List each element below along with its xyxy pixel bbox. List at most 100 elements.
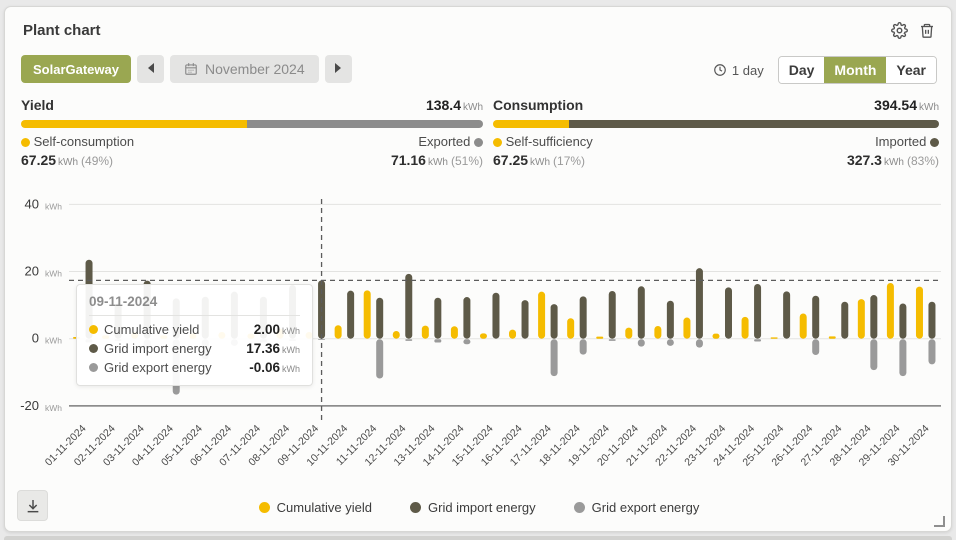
bar-import [376, 298, 383, 339]
bar-export [638, 339, 645, 346]
bar-export [434, 339, 441, 342]
bar-import [725, 287, 732, 338]
exported-dot-icon [474, 138, 483, 147]
bar-export [580, 339, 587, 354]
tooltip-row-yield: Cumulative yield 2.00kWh [89, 322, 300, 337]
calendar-icon [184, 62, 198, 76]
page-title: Plant chart [23, 22, 101, 39]
bar-yield [800, 314, 807, 339]
legend-grid-import[interactable]: Grid import energy [410, 500, 536, 515]
bar-import [347, 291, 354, 339]
delete-trash-icon[interactable] [917, 20, 937, 40]
bar-import [812, 296, 819, 339]
self-consumption-label: Self-consumption [21, 134, 134, 149]
next-period-button[interactable] [325, 55, 352, 83]
bar-export [318, 339, 325, 340]
bar-export [696, 339, 703, 347]
gateway-chip[interactable]: SolarGateway [21, 55, 131, 83]
yield-summary: Yield 138.4kWh Self-consumption Exported… [21, 97, 483, 170]
y-axis-unit: kWh [45, 269, 62, 279]
bar-yield [393, 331, 400, 339]
bar-yield [480, 333, 487, 338]
consumption-summary: Consumption 394.54kWh Self-sufficiency I… [493, 97, 939, 170]
imported-label: Imported [875, 134, 939, 149]
legend-yield-dot-icon [259, 502, 270, 513]
chart-tooltip: 09-11-2024 Cumulative yield 2.00kWh Grid… [76, 284, 313, 386]
bar-yield [916, 287, 923, 339]
imported-value: 327.3kWh(83%) [847, 152, 939, 170]
chart-legend: Cumulative yield Grid import energy Grid… [5, 496, 953, 518]
bar-import [522, 300, 529, 339]
prev-period-button[interactable] [137, 55, 164, 83]
bar-export [376, 339, 383, 378]
bar-export [899, 339, 906, 376]
import-dot-icon [89, 344, 98, 353]
self-sufficiency-value: 67.25kWh(17%) [493, 152, 585, 170]
y-axis-tick: 20 [25, 264, 39, 279]
settings-gear-icon[interactable] [889, 20, 909, 40]
legend-cumulative-yield[interactable]: Cumulative yield [259, 500, 372, 515]
bar-yield [451, 326, 458, 338]
bar-export [812, 339, 819, 355]
y-axis-unit: kWh [45, 403, 62, 413]
view-day-button[interactable]: Day [779, 57, 825, 83]
bar-yield [829, 336, 836, 338]
yield-dot-icon [89, 325, 98, 334]
bar-import [405, 274, 412, 339]
tooltip-row-import: Grid import energy 17.36kWh [89, 341, 300, 356]
bar-yield [422, 326, 429, 339]
legend-export-dot-icon [574, 502, 585, 513]
plant-chart-card: Plant chart SolarGateway [4, 6, 952, 532]
date-label: November 2024 [205, 61, 305, 77]
bar-import [580, 296, 587, 338]
view-year-button[interactable]: Year [886, 57, 936, 83]
y-axis-unit: kWh [45, 336, 62, 346]
bar-yield [683, 318, 690, 339]
bar-import [492, 293, 499, 339]
bar-yield [596, 337, 603, 339]
self-sufficiency-label: Self-sufficiency [493, 134, 593, 149]
bar-export [667, 339, 674, 346]
resize-grip[interactable] [934, 516, 945, 527]
bar-import [551, 304, 558, 339]
bar-yield [887, 283, 894, 339]
bar-yield [364, 290, 371, 338]
bar-import [899, 303, 906, 338]
date-picker-button[interactable]: November 2024 [170, 55, 319, 83]
bar-import [928, 302, 935, 339]
exported-value: 71.16kWh(51%) [391, 152, 483, 170]
consumption-title: Consumption [493, 97, 583, 113]
next-card-edge [4, 536, 952, 540]
yield-progress-bar [21, 120, 483, 128]
bar-yield [335, 325, 342, 338]
bar-import [696, 268, 703, 339]
tooltip-date: 09-11-2024 [89, 294, 300, 309]
bar-yield [567, 318, 574, 338]
controls-row: SolarGateway November 2024 [21, 55, 937, 83]
legend-import-dot-icon [410, 502, 421, 513]
bar-export [463, 339, 470, 344]
y-axis-tick: 0 [32, 331, 39, 346]
self-consumption-value: 67.25kWh(49%) [21, 152, 113, 170]
view-month-button[interactable]: Month [824, 57, 886, 83]
clock-icon [713, 63, 727, 77]
bar-yield [858, 299, 865, 339]
y-axis-tick: -20 [20, 398, 39, 413]
bar-export [551, 339, 558, 376]
bar-yield [625, 328, 632, 339]
bar-yield [509, 330, 516, 339]
bar-export [928, 339, 935, 364]
yield-title: Yield [21, 97, 54, 113]
bar-import [434, 298, 441, 339]
bar-export [870, 339, 877, 370]
consumption-total: 394.54kWh [874, 97, 939, 113]
bar-yield [713, 334, 720, 339]
y-axis-unit: kWh [45, 201, 62, 211]
bar-import [463, 297, 470, 339]
bar-export [405, 339, 412, 341]
bar-import [667, 301, 674, 339]
bar-import [841, 302, 848, 339]
bar-yield [538, 292, 545, 339]
header-actions [889, 20, 937, 40]
legend-grid-export[interactable]: Grid export energy [574, 500, 700, 515]
